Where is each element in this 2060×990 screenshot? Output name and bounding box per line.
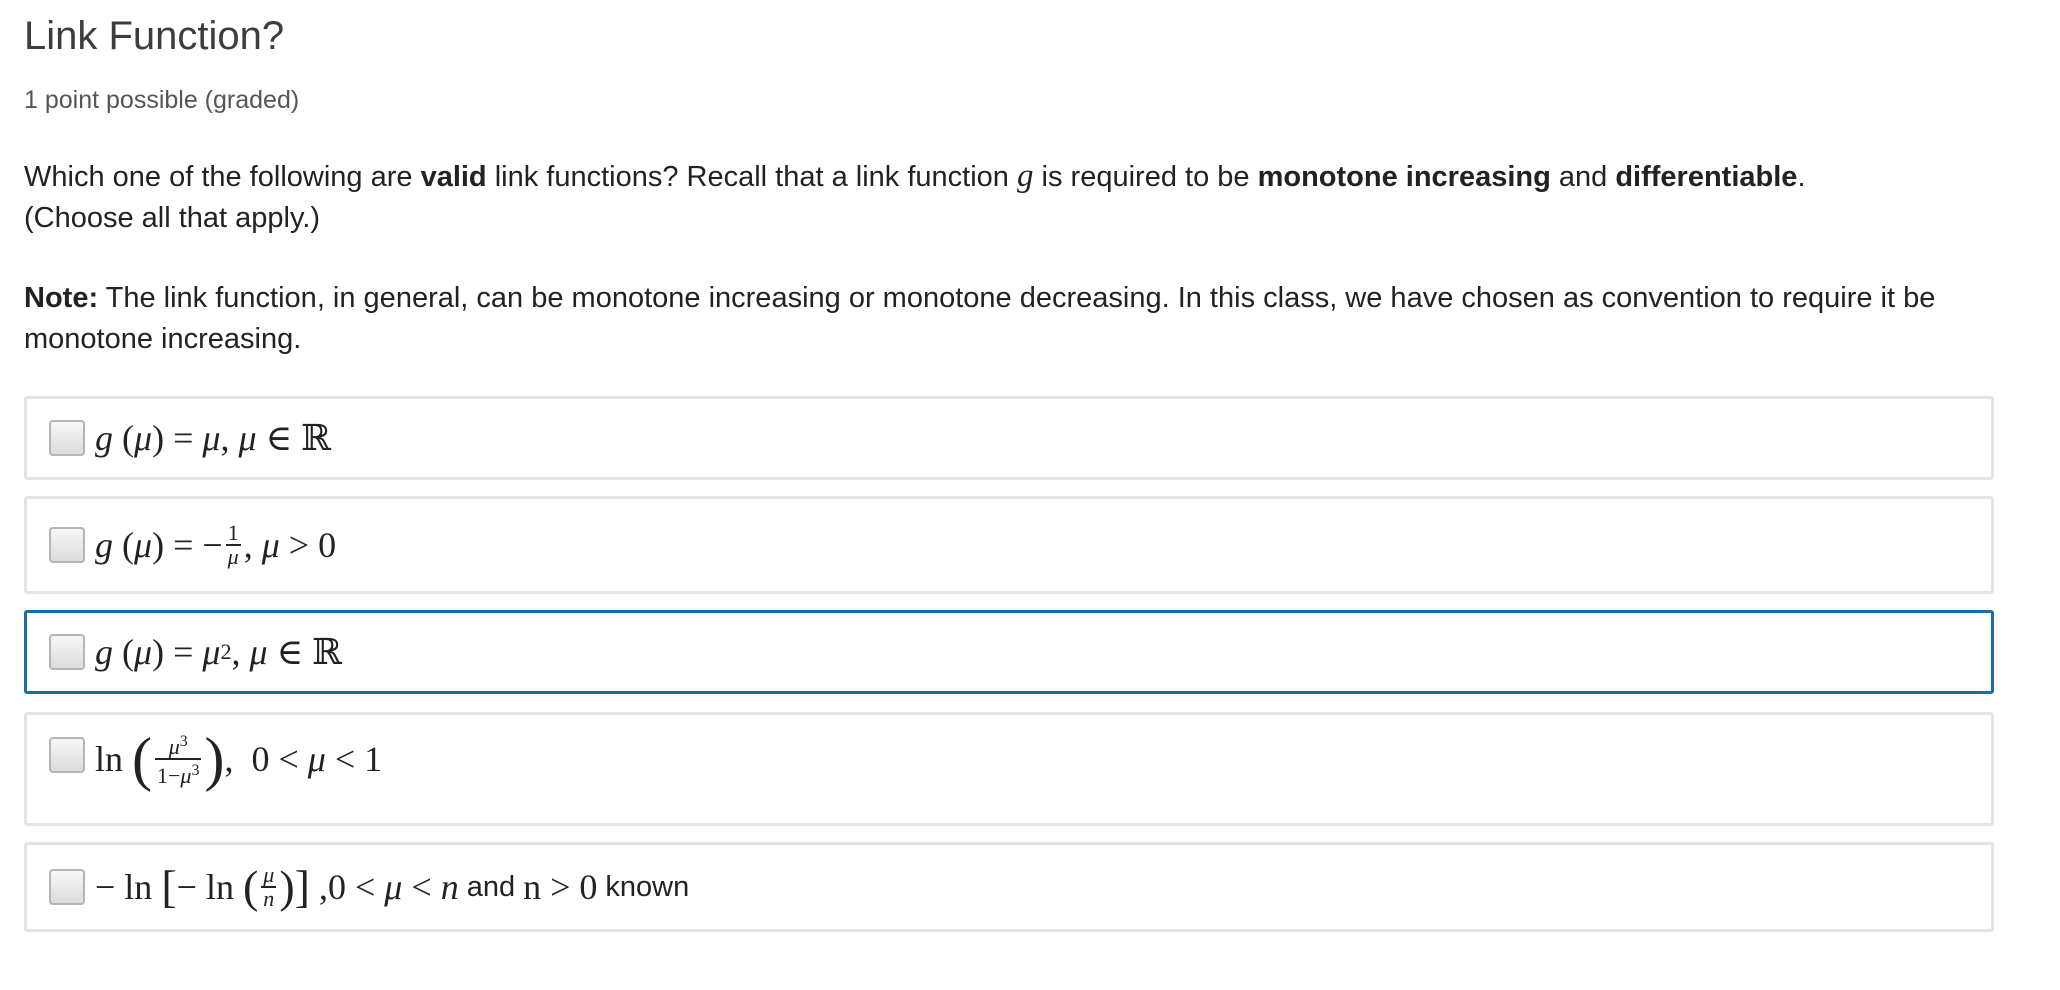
checkbox[interactable] — [49, 869, 85, 905]
question-prompt: Which one of the following are valid lin… — [24, 156, 1984, 239]
prompt-instructions: (Choose all that apply.) — [24, 202, 321, 234]
prompt-text: Which one of the following are — [24, 161, 421, 193]
prompt-text: is required to be — [1033, 161, 1258, 193]
problem-title: Link Function? — [24, 14, 285, 58]
choice-4[interactable]: ln (μ3 1−μ3), 0 < μ < 1 — [24, 712, 1994, 826]
choice-3[interactable]: g (μ) = μ2, μ ∈ ℝ — [24, 610, 1994, 694]
checkbox[interactable] — [49, 737, 85, 773]
choice-formula: ln (μ3 1−μ3), 0 < μ < 1 — [95, 726, 383, 792]
choice-formula: g (μ) = μ2, μ ∈ ℝ — [95, 632, 343, 672]
choice-2[interactable]: g (μ) = −1 μ, μ > 0 — [24, 496, 1994, 594]
prompt-bold-monotone: monotone increasing — [1257, 161, 1551, 193]
checkbox[interactable] — [49, 527, 85, 563]
prompt-bold-valid: valid — [420, 161, 487, 193]
prompt-text: . — [1797, 161, 1806, 193]
choice-formula: − ln [− ln (μ n)] ,0 < μ < n and n > 0 known — [95, 861, 690, 912]
choice-suffix-condition: n > 0 — [523, 867, 598, 907]
points-possible: 1 point possible (graded) — [24, 86, 300, 114]
note: Note: The link function, in general, can… — [24, 278, 1994, 360]
prompt-text: link functions? Recall that a link funct… — [486, 161, 1017, 193]
choice-formula: g (μ) = −1 μ, μ > 0 — [95, 520, 337, 569]
note-label: Note: — [24, 282, 99, 314]
prompt-text: and — [1550, 161, 1616, 193]
checkbox[interactable] — [49, 634, 85, 670]
note-text: The link function, in general, can be mo… — [24, 282, 1936, 355]
choice-formula: g (μ) = μ, μ ∈ ℝ — [95, 418, 332, 458]
choice-1[interactable]: g (μ) = μ, μ ∈ ℝ — [24, 396, 1994, 480]
choice-5[interactable]: − ln [− ln (μ n)] ,0 < μ < n and n > 0 known — [24, 842, 1994, 932]
math-variable-g: g — [1017, 158, 1034, 194]
choice-suffix-and: and — [466, 870, 516, 903]
prompt-bold-differentiable: differentiable — [1615, 161, 1798, 193]
choice-suffix-known: known — [605, 870, 690, 903]
checkbox[interactable] — [49, 420, 85, 456]
